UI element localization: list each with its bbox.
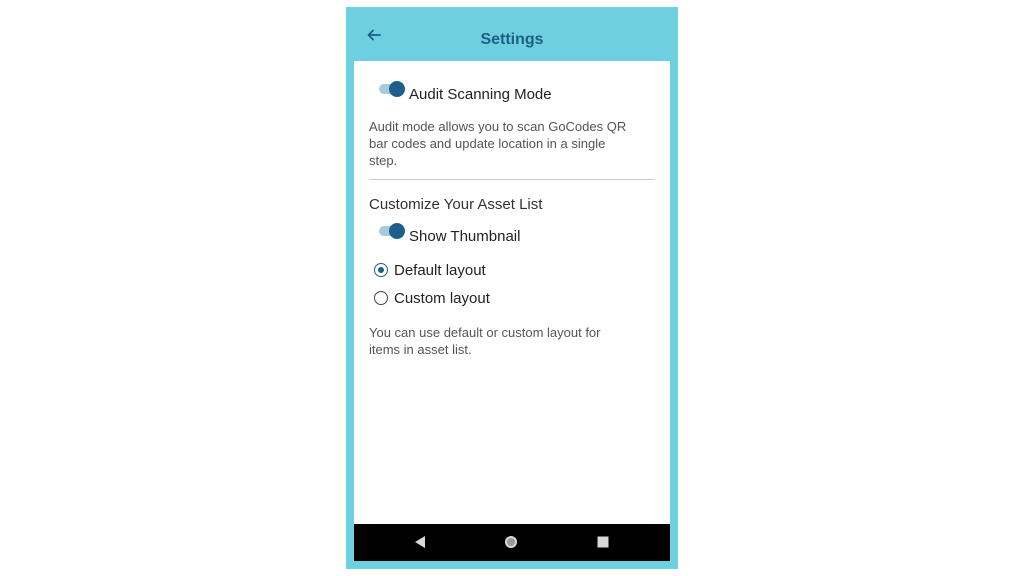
show-thumbnail-label: Show Thumbnail xyxy=(409,228,521,245)
audit-desc-line: Audit mode allows you to scan GoCodes QR xyxy=(369,119,627,134)
default-layout-label[interactable]: Default layout xyxy=(394,262,486,280)
asset-list-section-title: Customize Your Asset List xyxy=(369,196,543,213)
audit-desc-line: bar codes and update location in a singl… xyxy=(369,136,606,151)
layout-desc-line: You can use default or custom layout for xyxy=(369,325,601,340)
audit-mode-toggle[interactable] xyxy=(379,81,405,97)
page-title: Settings xyxy=(480,31,544,48)
audit-mode-description: Audit mode allows you to scan GoCodes QR… xyxy=(369,118,626,169)
layout-desc-line: items in asset list. xyxy=(369,342,472,357)
default-layout-radio[interactable] xyxy=(374,263,388,277)
audit-mode-label: Audit Scanning Mode xyxy=(409,86,552,103)
toggle-thumb xyxy=(389,81,405,97)
show-thumbnail-toggle[interactable] xyxy=(379,223,405,239)
device-frame: Settings Audit Scanning Mode Audit mode … xyxy=(346,7,678,569)
custom-layout-radio[interactable] xyxy=(374,291,388,305)
back-triangle-icon[interactable] xyxy=(414,535,426,549)
android-nav-bar xyxy=(354,524,670,561)
app-header: Settings xyxy=(346,7,678,61)
home-circle-icon[interactable] xyxy=(504,535,518,549)
section-divider xyxy=(369,179,655,180)
toggle-thumb xyxy=(389,223,405,239)
settings-screen: Audit Scanning Mode Audit mode allows yo… xyxy=(354,61,670,524)
layout-description: You can use default or custom layout for… xyxy=(369,324,601,358)
custom-layout-label[interactable]: Custom layout xyxy=(394,290,490,308)
recents-square-icon[interactable] xyxy=(597,535,609,549)
audit-desc-line: step. xyxy=(369,153,398,168)
